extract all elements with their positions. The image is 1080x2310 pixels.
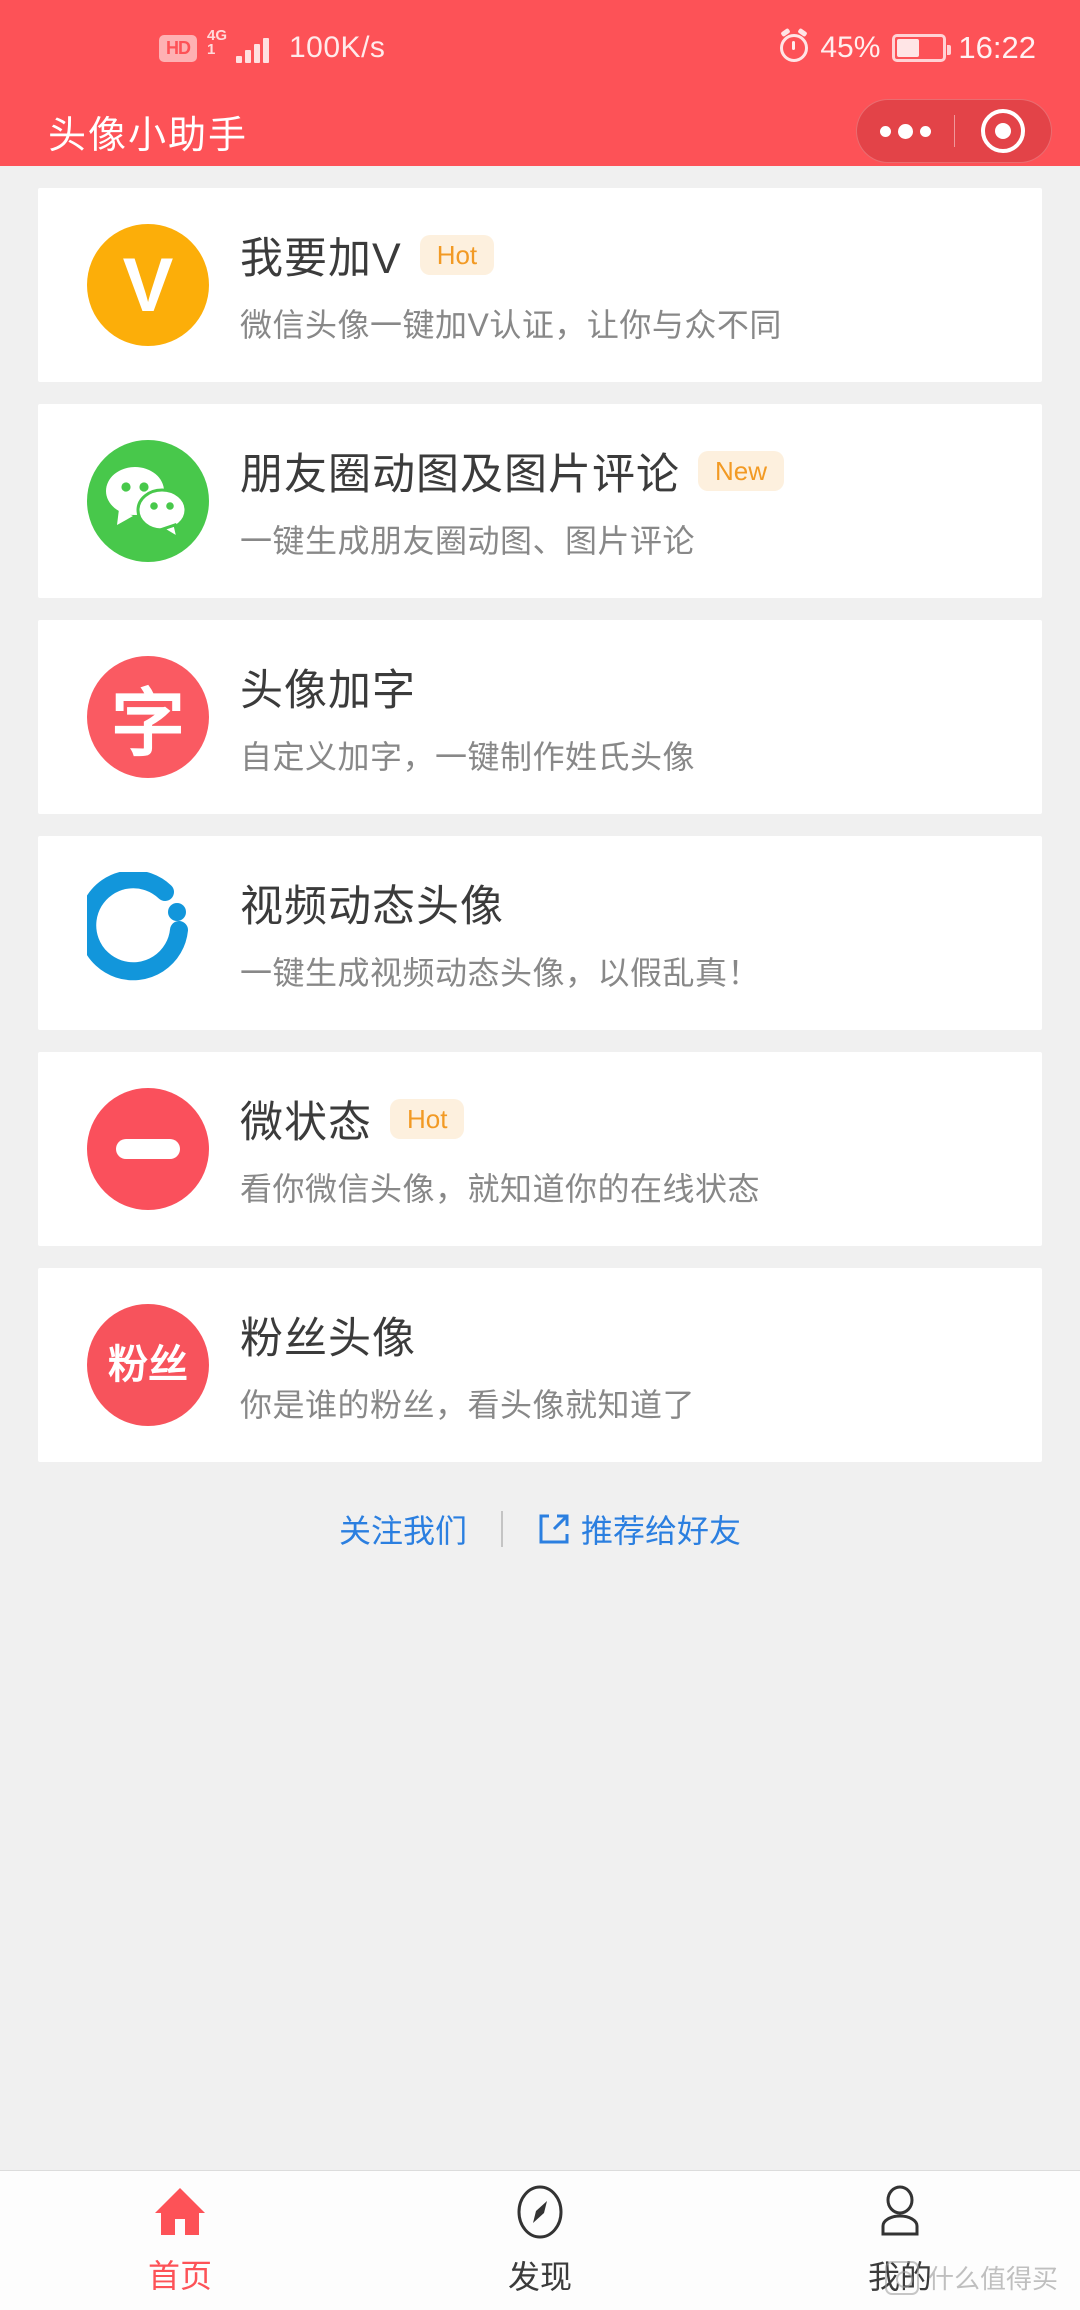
watermark: 什么值得买: [884, 2259, 1058, 2296]
card-text: 我要加V Hot 微信头像一键加V认证，让你与众不同: [218, 224, 1002, 346]
tab-discover[interactable]: 发现: [360, 2171, 720, 2310]
battery-icon: [892, 34, 952, 62]
share-link-label: 推荐给好友: [581, 1513, 742, 1549]
card-icon-wrap: [78, 1088, 218, 1210]
icon-glyph: 字: [111, 681, 185, 765]
miniprogram-capsule[interactable]: [856, 99, 1052, 163]
card-text: 粉丝头像 你是谁的粉丝，看头像就知道了: [218, 1304, 1002, 1426]
target-circle-icon[interactable]: [955, 109, 1052, 153]
card-text: 微状态 Hot 看你微信头像，就知道你的在线状态: [218, 1088, 1002, 1210]
list-item[interactable]: 视频动态头像 一键生成视频动态头像，以假乱真！: [38, 836, 1042, 1030]
status-badge: Hot: [390, 1099, 465, 1139]
list-item[interactable]: 粉丝 粉丝头像 你是谁的粉丝，看头像就知道了: [38, 1268, 1042, 1462]
status-bar-left: HD 4G 1 100K/s: [159, 28, 386, 65]
card-title: 朋友圈动图及图片评论: [240, 451, 680, 499]
v-badge-icon: V: [87, 224, 209, 346]
card-title: 我要加V: [240, 235, 402, 283]
wechat-icon: [87, 440, 209, 562]
card-subtitle: 自定义加字，一键制作姓氏头像: [240, 739, 696, 775]
tab-discover-label: 发现: [507, 2258, 572, 2295]
status-bar-clock: 16:22: [958, 30, 1036, 65]
card-icon-wrap: V: [78, 224, 218, 346]
card-text: 头像加字 自定义加字，一键制作姓氏头像: [218, 656, 1002, 778]
list-item[interactable]: 字 头像加字 自定义加字，一键制作姓氏头像: [38, 620, 1042, 814]
card-icon-wrap: 粉丝: [78, 1304, 218, 1426]
card-title: 微状态: [240, 1099, 372, 1147]
card-subtitle: 一键生成朋友圈动图、图片评论: [240, 523, 696, 559]
status-bar-right: 45% 16:22: [780, 30, 1036, 66]
fans-icon: 粉丝: [87, 1304, 209, 1426]
network-type-sub-label: 1: [207, 41, 216, 58]
card-subtitle: 你是谁的粉丝，看头像就知道了: [240, 1387, 696, 1423]
card-title: 视频动态头像: [240, 883, 504, 931]
card-subtitle: 看你微信头像，就知道你的在线状态: [240, 1171, 761, 1207]
app-header: 头像小助手: [0, 96, 1080, 166]
alarm-icon: [780, 34, 809, 62]
icon-glyph: 粉丝: [108, 1343, 188, 1387]
footer-links: 关注我们 推荐给好友: [0, 1484, 1080, 1552]
card-icon-wrap: 字: [78, 656, 218, 778]
card-subtitle: 微信头像一键加V认证，让你与众不同: [240, 307, 782, 343]
card-text: 朋友圈动图及图片评论 New 一键生成朋友圈动图、图片评论: [218, 440, 1002, 562]
icon-glyph: V: [122, 242, 174, 328]
share-arrow-icon: [539, 1514, 569, 1544]
bottom-tab-bar[interactable]: 首页 发现 我的 什么值得买: [0, 2170, 1080, 2310]
feature-list[interactable]: V 我要加V Hot 微信头像一键加V认证，让你与众不同 朋友圈动图及图片评论 …: [0, 166, 1080, 2170]
network-speed: 100K/s: [289, 31, 386, 64]
tab-home-label: 首页: [147, 2257, 212, 2294]
person-icon: [881, 2185, 919, 2235]
home-icon: [155, 2187, 205, 2235]
tab-home[interactable]: 首页: [0, 2171, 360, 2310]
card-icon-wrap: [78, 440, 218, 562]
page-title: 头像小助手: [48, 114, 249, 157]
status-badge: Hot: [419, 235, 495, 275]
signal-icon: 4G 1: [207, 28, 269, 65]
more-dots-icon[interactable]: [857, 123, 954, 139]
share-to-friend-link[interactable]: 推荐给好友: [537, 1506, 741, 1552]
list-item[interactable]: 微状态 Hot 看你微信头像，就知道你的在线状态: [38, 1052, 1042, 1246]
status-bar: HD 4G 1 100K/s 45% 16:22: [0, 0, 1080, 96]
card-icon-wrap: [78, 872, 218, 994]
minus-circle-icon: [87, 1088, 209, 1210]
card-title: 头像加字: [240, 667, 416, 715]
follow-us-link[interactable]: 关注我们: [339, 1506, 467, 1552]
card-subtitle: 一键生成视频动态头像，以假乱真！: [240, 955, 761, 991]
loading-spinner-icon: [87, 872, 209, 994]
signal-bars-icon: [236, 38, 269, 63]
battery-percent: 45%: [820, 31, 881, 64]
card-title: 粉丝头像: [240, 1315, 416, 1363]
watermark-text: 什么值得买: [927, 2264, 1058, 2294]
list-item[interactable]: 朋友圈动图及图片评论 New 一键生成朋友圈动图、图片评论: [38, 404, 1042, 598]
compass-icon: [517, 2185, 563, 2238]
footer-divider: [501, 1511, 503, 1547]
smzdm-logo-icon: [884, 2260, 919, 2295]
status-badge: New: [698, 451, 785, 491]
hd-icon: HD: [159, 34, 197, 62]
list-item[interactable]: V 我要加V Hot 微信头像一键加V认证，让你与众不同: [38, 188, 1042, 382]
card-text: 视频动态头像 一键生成视频动态头像，以假乱真！: [218, 872, 1002, 994]
character-zi-icon: 字: [87, 656, 209, 778]
